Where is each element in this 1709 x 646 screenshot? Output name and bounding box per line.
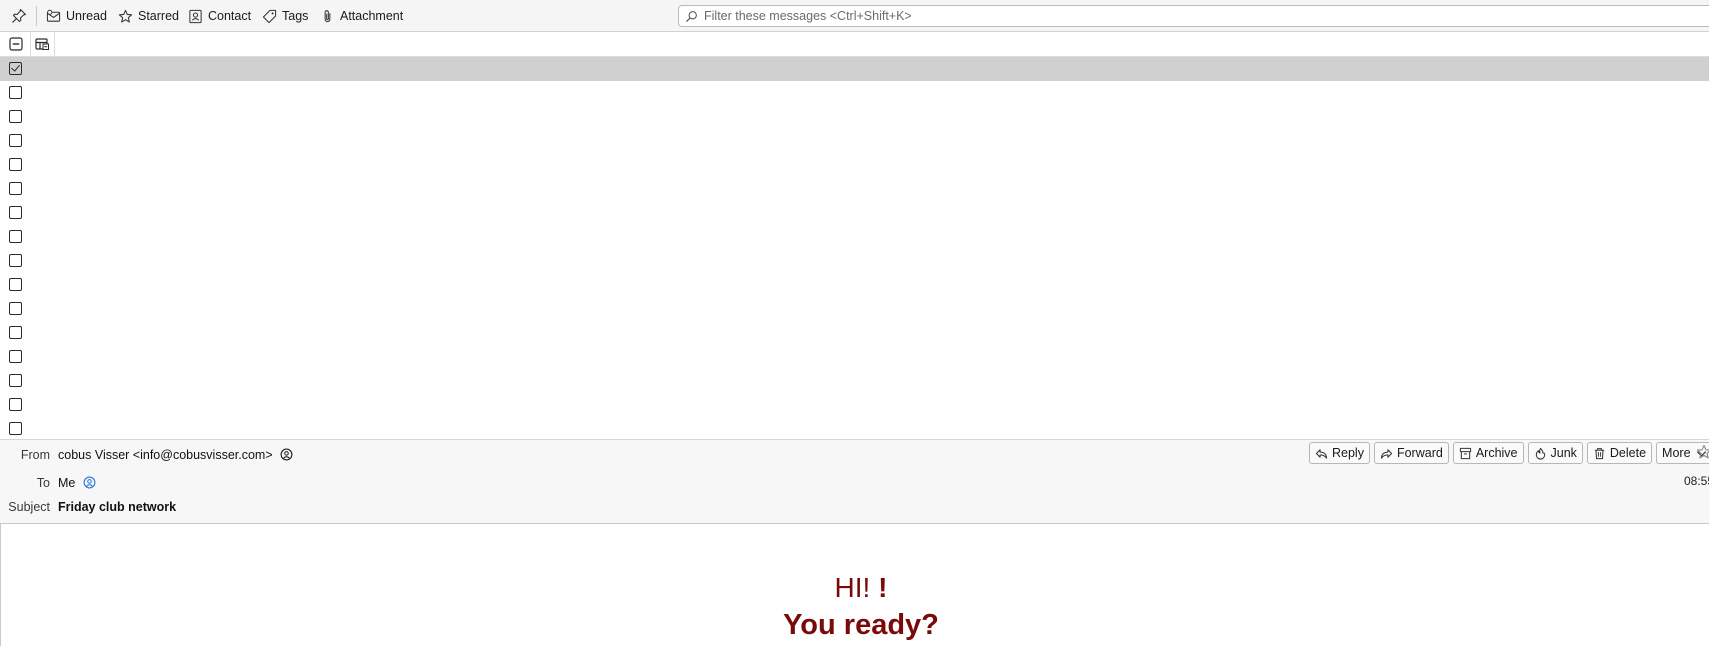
message-row[interactable] [0,345,1709,369]
row-checkbox[interactable] [9,134,22,147]
archive-button[interactable]: Archive [1452,442,1524,464]
to-label: To [36,476,50,490]
body-question: You ready? [783,609,939,641]
filter-attachment-button[interactable]: Attachment [320,6,403,26]
to-value[interactable]: Me [58,476,96,490]
select-all-checkbox-icon[interactable] [9,37,23,51]
more-label: More [1662,446,1691,460]
message-list [0,57,1709,439]
star-message-icon[interactable] [1696,444,1709,460]
delete-button[interactable]: Delete [1586,442,1653,464]
envelope-unread-icon [46,9,61,22]
message-row[interactable] [0,369,1709,393]
delete-label: Delete [1609,446,1647,460]
row-checkbox[interactable] [9,206,22,219]
message-row[interactable] [0,417,1709,439]
contact-icon[interactable] [83,476,96,489]
row-checkbox[interactable] [9,182,22,195]
row-checkbox[interactable] [9,326,22,339]
junk-flame-icon [1535,447,1545,460]
greeting-emphasis: ! [878,572,888,603]
toolbar-separator [36,6,37,26]
message-row[interactable] [0,297,1709,321]
message-list-header [0,32,1709,57]
junk-button[interactable]: Junk [1527,442,1583,464]
search-icon [686,10,697,22]
row-checkbox[interactable] [9,278,22,291]
message-row[interactable] [0,57,1709,81]
message-row[interactable] [0,249,1709,273]
paperclip-icon [324,9,331,22]
row-checkbox[interactable] [9,254,22,267]
forward-button[interactable]: Forward [1373,442,1449,464]
contact-card-icon [189,9,202,23]
row-checkbox[interactable] [9,230,22,243]
subject-value: Friday club network [58,500,177,514]
reply-button[interactable]: Reply [1309,442,1370,464]
filter-tags-button[interactable]: Tags [262,6,308,26]
row-checkbox[interactable] [9,62,22,75]
filter-tags-label: Tags [282,9,309,23]
junk-label: Junk [1550,446,1577,460]
filter-attachment-label: Attachment [340,9,404,23]
from-address[interactable]: cobus Visser <info@cobusvisser.com> [58,448,273,462]
message-row[interactable] [0,177,1709,201]
row-checkbox[interactable] [9,302,22,315]
row-checkbox[interactable] [9,398,22,411]
archive-icon [1459,447,1471,459]
message-filter-search[interactable] [678,5,1709,27]
trash-icon [1594,447,1605,459]
search-input[interactable] [704,9,1604,23]
forward-label: Forward [1396,446,1443,460]
message-row[interactable] [0,273,1709,297]
message-row[interactable] [0,129,1709,153]
column-picker-icon [35,38,49,50]
greeting-text: HI! [834,572,871,603]
filter-unread-label: Unread [66,9,107,23]
message-row[interactable] [0,81,1709,105]
body-greeting: HI! ! [0,572,1709,604]
from-label: From [20,448,50,462]
message-row[interactable] [0,321,1709,345]
tag-icon [262,9,277,23]
star-icon [118,9,133,23]
message-row[interactable] [0,201,1709,225]
quick-filter-toolbar: Unread Starred Contact Tags Attachment [0,0,1709,32]
message-row[interactable] [0,393,1709,417]
filter-contact-button[interactable]: Contact [188,6,251,26]
select-all-column[interactable] [0,32,31,56]
message-row[interactable] [0,153,1709,177]
archive-label: Archive [1475,446,1518,460]
message-time: 08:55 [1684,474,1709,488]
row-checkbox[interactable] [9,350,22,363]
reply-label: Reply [1332,446,1364,460]
row-checkbox[interactable] [9,110,22,123]
message-row[interactable] [0,105,1709,129]
add-contact-icon[interactable] [280,448,293,461]
from-value[interactable]: cobus Visser <info@cobusvisser.com> [58,448,293,462]
filter-starred-label: Starred [138,9,179,23]
row-checkbox[interactable] [9,374,22,387]
column-picker-button[interactable] [30,32,55,56]
reply-icon [1315,448,1328,459]
row-checkbox[interactable] [9,158,22,171]
row-checkbox[interactable] [9,422,22,435]
filter-contact-label: Contact [208,9,252,23]
forward-icon [1380,448,1393,459]
message-row[interactable] [0,225,1709,249]
row-checkbox[interactable] [9,86,22,99]
filter-starred-button[interactable]: Starred [118,6,179,26]
subject-label: Subject [8,500,50,514]
pin-icon[interactable] [11,8,27,24]
to-recipient[interactable]: Me [58,476,75,490]
filter-unread-button[interactable]: Unread [46,6,107,26]
message-actions: Reply Forward Archive Junk Delete More [1309,442,1709,464]
